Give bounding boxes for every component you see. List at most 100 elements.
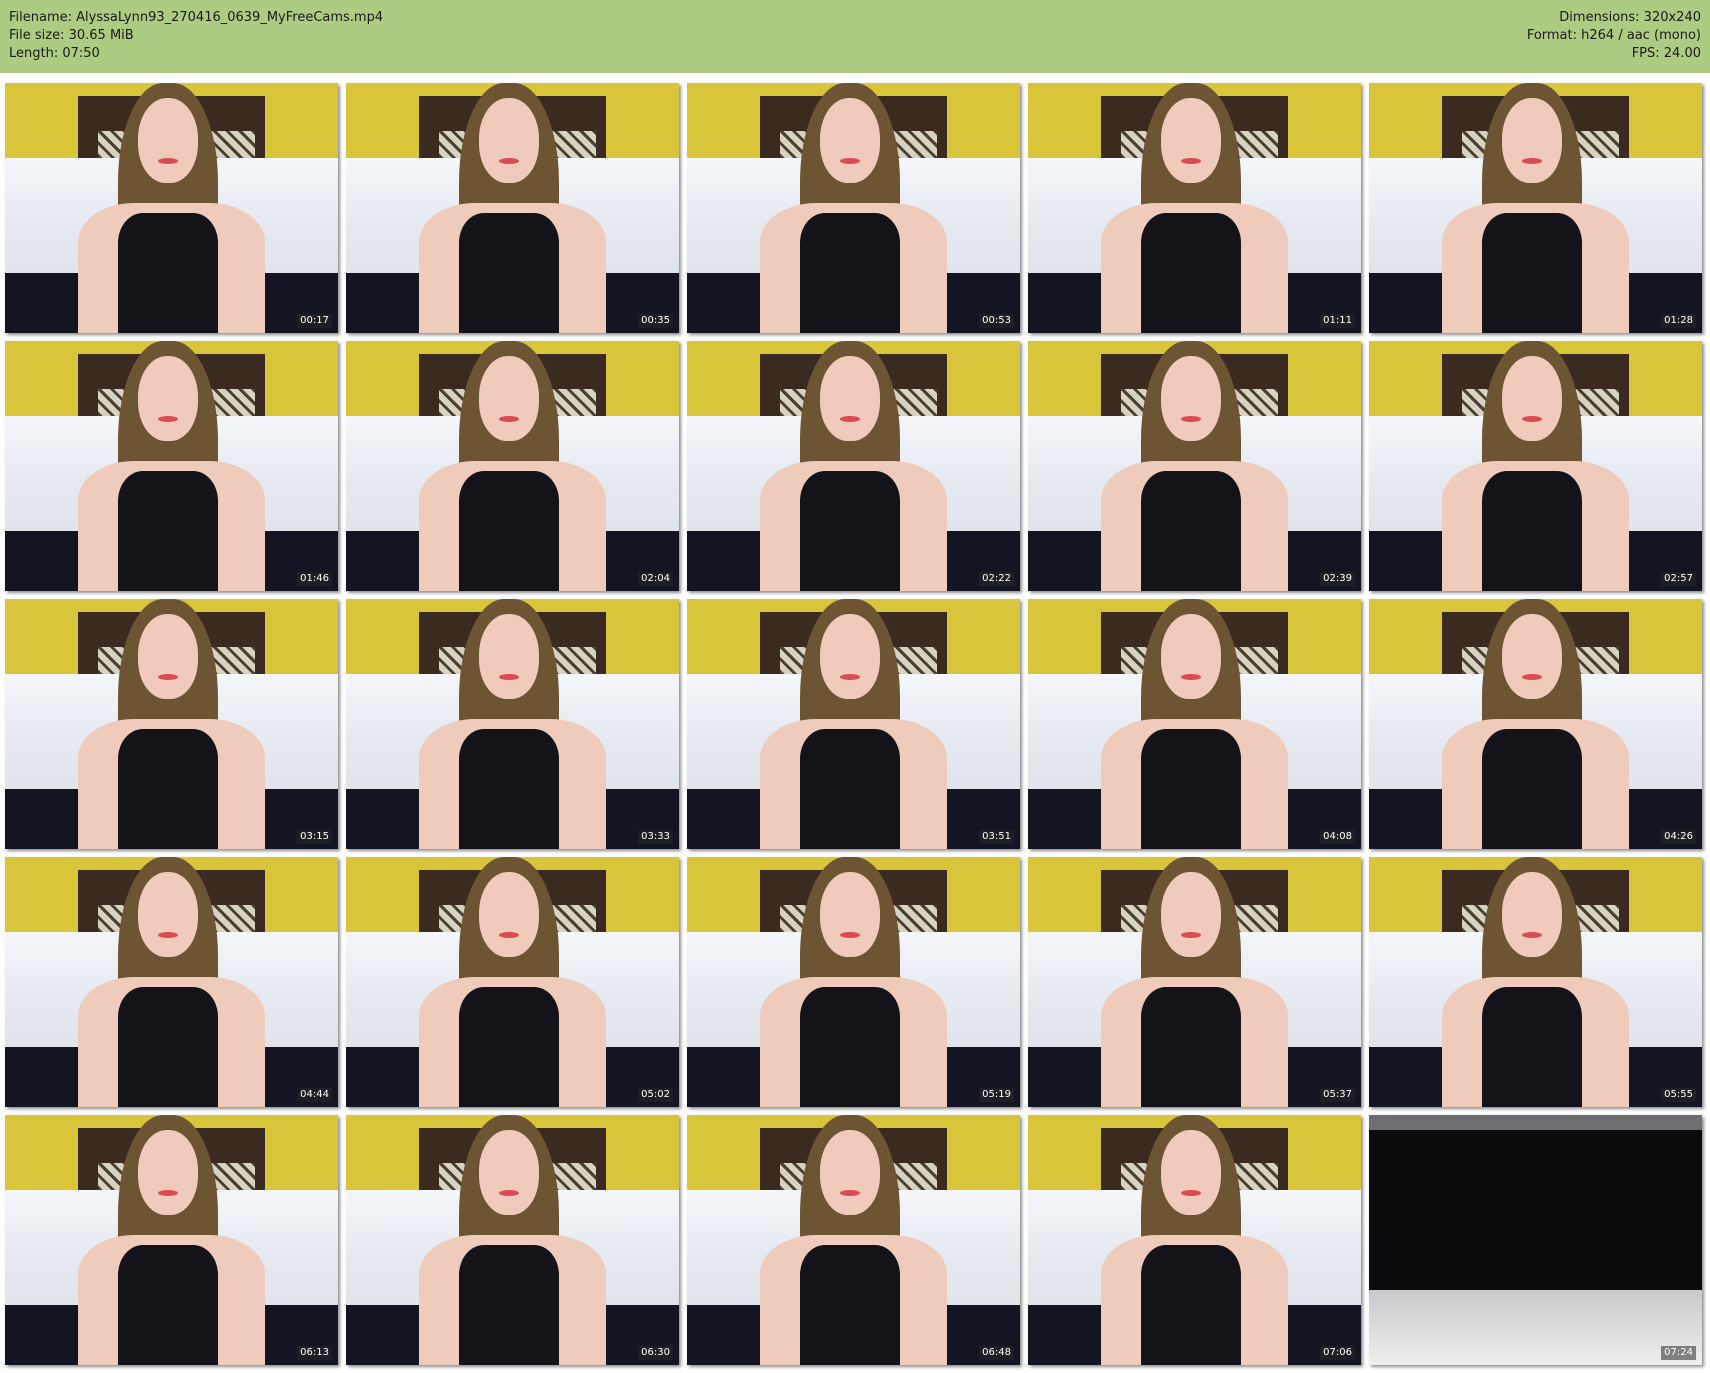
- video-thumbnail: 02:22: [687, 341, 1020, 591]
- thumbnail-top: [1482, 987, 1583, 1107]
- video-thumbnail: 04:08: [1028, 599, 1361, 849]
- timestamp-label: 05:37: [1320, 1088, 1355, 1102]
- video-thumbnail: 05:19: [687, 857, 1020, 1107]
- thumbnail-top: [800, 729, 901, 849]
- timestamp-label: 06:48: [979, 1346, 1014, 1360]
- video-thumbnail: 01:28: [1369, 83, 1702, 333]
- thumbnail-face: [1502, 98, 1563, 183]
- thumbnail-face: [1502, 356, 1563, 441]
- timestamp-label: 07:24: [1661, 1346, 1696, 1360]
- video-thumbnail: 00:17: [5, 83, 338, 333]
- thumbnail-face: [138, 614, 199, 699]
- thumbnail-bed: [1369, 1290, 1702, 1365]
- timestamp-label: 04:44: [297, 1088, 332, 1102]
- thumbnail-face: [820, 872, 881, 957]
- timestamp-label: 02:39: [1320, 572, 1355, 586]
- video-thumbnail: 01:11: [1028, 83, 1361, 333]
- thumbnail-top: [118, 1245, 219, 1365]
- video-thumbnail: 05:37: [1028, 857, 1361, 1107]
- filesize-text: File size: 30.65 MiB: [9, 28, 134, 43]
- thumbnail-face: [1502, 614, 1563, 699]
- thumbnail-top: [1141, 729, 1242, 849]
- video-thumbnail: 06:48: [687, 1115, 1020, 1365]
- video-thumbnail: 00:35: [346, 83, 679, 333]
- thumbnail-top: [1141, 987, 1242, 1107]
- video-thumbnail: 03:51: [687, 599, 1020, 849]
- thumbnail-top: [800, 1245, 901, 1365]
- thumbnail-face: [820, 614, 881, 699]
- thumbnail-face: [138, 98, 199, 183]
- thumbnail-face: [1161, 1130, 1222, 1215]
- thumbnail-top: [459, 729, 560, 849]
- timestamp-label: 03:33: [638, 830, 673, 844]
- video-thumbnail: 03:15: [5, 599, 338, 849]
- timestamp-label: 00:53: [979, 314, 1014, 328]
- thumbnail-face: [1161, 614, 1222, 699]
- thumbnail-face: [138, 1130, 199, 1215]
- length-text: Length: 07:50: [9, 46, 100, 61]
- timestamp-label: 05:19: [979, 1088, 1014, 1102]
- thumbnail-top: [459, 471, 560, 591]
- video-thumbnail: 06:30: [346, 1115, 679, 1365]
- thumbnail-top: [1482, 471, 1583, 591]
- timestamp-label: 04:26: [1661, 830, 1696, 844]
- video-thumbnail: 05:55: [1369, 857, 1702, 1107]
- video-thumbnail: 07:24: [1369, 1115, 1702, 1365]
- thumbnail-top: [118, 987, 219, 1107]
- thumbnail-top: [459, 987, 560, 1107]
- video-thumbnail: 00:53: [687, 83, 1020, 333]
- thumbnail-face: [1502, 872, 1563, 957]
- thumbnail-face: [479, 356, 540, 441]
- video-thumbnail: 02:04: [346, 341, 679, 591]
- thumbnail-top: [800, 213, 901, 333]
- thumbnail-face: [1161, 356, 1222, 441]
- thumbnail-top: [459, 213, 560, 333]
- video-thumbnail: 05:02: [346, 857, 679, 1107]
- info-header: Filename: AlyssaLynn93_270416_0639_MyFre…: [0, 0, 1710, 73]
- thumbnail-face: [820, 1130, 881, 1215]
- video-thumbnail: 02:57: [1369, 341, 1702, 591]
- thumbnail-face: [479, 872, 540, 957]
- file-info-left: Filename: AlyssaLynn93_270416_0639_MyFre…: [9, 9, 383, 63]
- video-thumbnail: 02:39: [1028, 341, 1361, 591]
- video-thumbnail: 07:06: [1028, 1115, 1361, 1365]
- timestamp-label: 04:08: [1320, 830, 1355, 844]
- thumbnail-top: [118, 729, 219, 849]
- timestamp-label: 02:04: [638, 572, 673, 586]
- thumbnail-top: [459, 1245, 560, 1365]
- thumbnail-top: [1482, 729, 1583, 849]
- thumbnail-face: [138, 872, 199, 957]
- video-thumbnail: 06:13: [5, 1115, 338, 1365]
- thumbnail-top: [1141, 471, 1242, 591]
- filename-text: Filename: AlyssaLynn93_270416_0639_MyFre…: [9, 10, 384, 25]
- thumbnail-top: [1141, 213, 1242, 333]
- timestamp-label: 06:30: [638, 1346, 673, 1360]
- fps-text: FPS: 24.00: [1631, 46, 1701, 61]
- thumbnail-top: [118, 471, 219, 591]
- timestamp-label: 03:15: [297, 830, 332, 844]
- timestamp-label: 01:46: [297, 572, 332, 586]
- timestamp-label: 05:02: [638, 1088, 673, 1102]
- timestamp-label: 01:11: [1320, 314, 1355, 328]
- thumbnail-top: [1141, 1245, 1242, 1365]
- timestamp-label: 00:17: [297, 314, 332, 328]
- timestamp-label: 06:13: [297, 1346, 332, 1360]
- thumbnail-ceiling: [1369, 1115, 1702, 1130]
- thumbnail-face: [479, 614, 540, 699]
- file-info-right: Dimensions: 320x240 Format: h264 / aac (…: [1527, 9, 1701, 63]
- thumbnail-face: [479, 1130, 540, 1215]
- thumbnail-top: [800, 987, 901, 1107]
- timestamp-label: 03:51: [979, 830, 1014, 844]
- thumbnail-face: [1161, 872, 1222, 957]
- dimensions-text: Dimensions: 320x240: [1559, 10, 1701, 25]
- video-thumbnail: 03:33: [346, 599, 679, 849]
- thumbnail-top: [800, 471, 901, 591]
- timestamp-label: 02:22: [979, 572, 1014, 586]
- thumbnail-face: [479, 98, 540, 183]
- timestamp-label: 01:28: [1661, 314, 1696, 328]
- thumbnail-top: [118, 213, 219, 333]
- thumbnail-top: [1482, 213, 1583, 333]
- timestamp-label: 00:35: [638, 314, 673, 328]
- thumbnail-face: [1161, 98, 1222, 183]
- timestamp-label: 05:55: [1661, 1088, 1696, 1102]
